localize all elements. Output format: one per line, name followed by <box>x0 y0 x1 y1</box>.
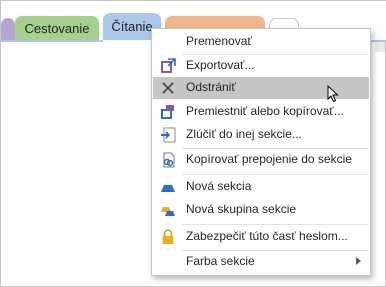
new-section-group-icon <box>161 207 175 216</box>
menu-item-label: Zlúčiť do inej sekcie... <box>186 127 302 141</box>
delete-icon <box>162 82 174 94</box>
menu-item-label: Kopírovať prepojenie do sekcie <box>186 152 352 166</box>
mouse-cursor-icon <box>327 85 339 103</box>
move-copy-icon <box>161 105 174 119</box>
menu-item-label: Nová sekcia <box>186 179 252 193</box>
menu-item-move-copy[interactable]: Premiestniť alebo kopírovať... <box>153 101 369 123</box>
menu-item-new-section[interactable]: Nová sekcia <box>153 176 369 198</box>
menu-item-label: Farba sekcie <box>186 254 255 268</box>
menu-item-merge[interactable]: Zlúčiť do inej sekcie... <box>153 124 369 146</box>
submenu-arrow-icon <box>356 257 361 265</box>
menu-separator <box>182 174 368 175</box>
menu-item-label: Premiestniť alebo kopírovať... <box>186 104 344 118</box>
section-tab-label: Čítanie <box>111 19 153 34</box>
menu-item-rename[interactable]: Premenovať <box>153 31 369 53</box>
page-list-edge <box>375 42 385 52</box>
menu-item-label: Zabezpečiť túto časť heslom... <box>186 229 348 243</box>
section-tab-label: Cestovanie <box>24 21 90 36</box>
menu-item-new-section-group[interactable]: Nová skupina sekcie <box>153 199 369 221</box>
menu-item-export[interactable]: Exportovať... <box>153 55 369 77</box>
menu-item-label: Nová skupina sekcie <box>186 202 297 216</box>
section-context-menu: Premenovať Exportovať... Odstrániť Premi… <box>151 28 371 276</box>
menu-separator <box>182 224 368 225</box>
lock-icon <box>162 229 174 244</box>
menu-item-label: Premenovať <box>186 34 252 48</box>
section-tab-cestovanie[interactable]: Cestovanie <box>15 16 99 40</box>
menu-item-password-protect[interactable]: Zabezpečiť túto časť heslom... <box>153 226 369 248</box>
menu-item-section-color[interactable]: Farba sekcie <box>153 251 369 273</box>
menu-item-copy-link[interactable]: Kopírovať prepojenie do sekcie <box>153 149 369 171</box>
export-icon <box>161 58 176 73</box>
copy-link-icon <box>163 152 175 168</box>
menu-item-label: Odstrániť <box>186 80 236 94</box>
menu-item-label: Exportovať... <box>186 58 255 72</box>
merge-icon <box>161 127 176 143</box>
section-tab-previous[interactable] <box>1 18 15 40</box>
new-section-icon <box>161 185 175 192</box>
onenote-window: Cestovanie Čítanie Premenovať Exportovať… <box>0 0 386 287</box>
